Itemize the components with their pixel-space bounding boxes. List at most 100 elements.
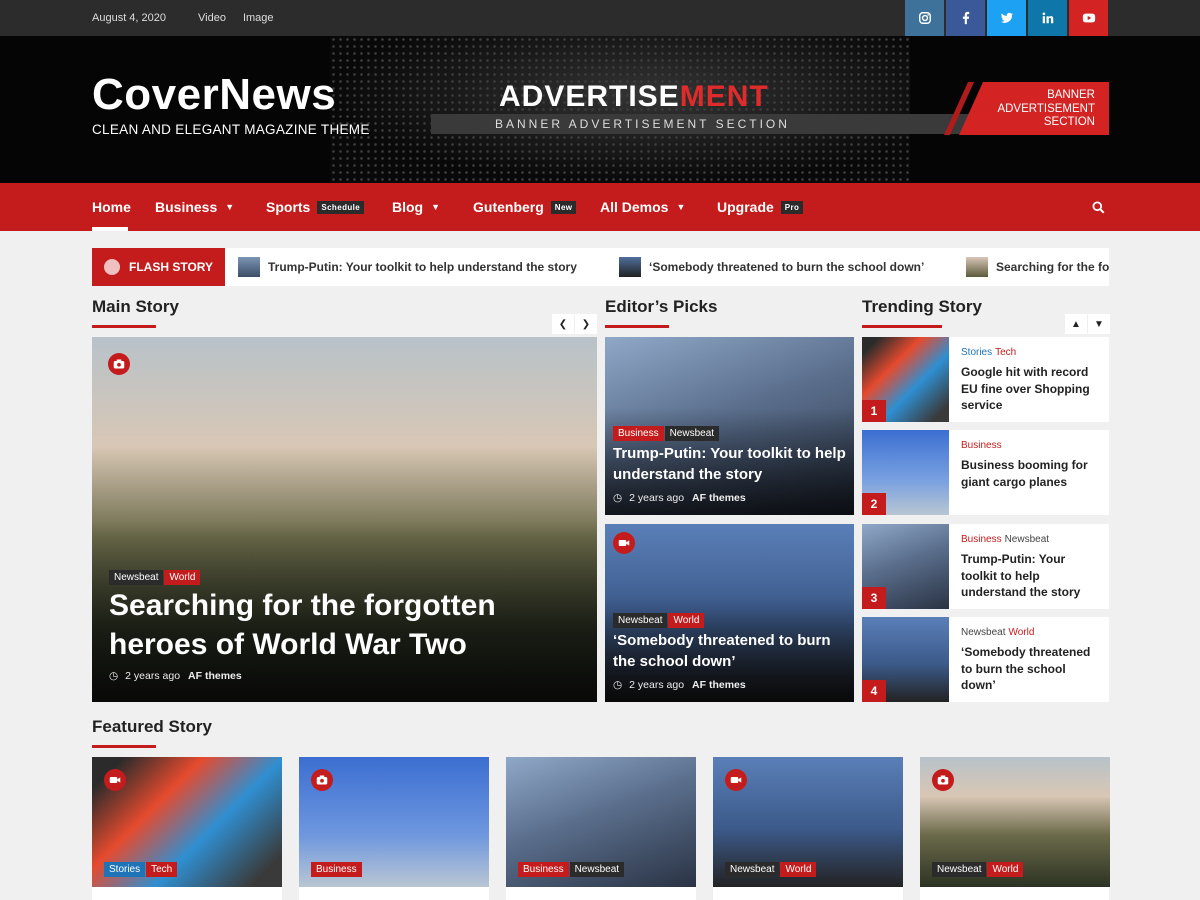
nav-item-sports[interactable]: Sports Schedule bbox=[266, 183, 365, 231]
current-date: August 4, 2020 bbox=[92, 12, 167, 24]
category-badge[interactable]: World bbox=[668, 613, 705, 628]
post-author[interactable]: AF themes bbox=[692, 492, 746, 504]
trending-item[interactable]: 1 Stories Tech Google hit with record EU … bbox=[862, 337, 1109, 422]
post-title[interactable]: Business booming for giant cargo planes bbox=[961, 457, 1101, 490]
post-title[interactable]: ‘Somebody threatened to burn the school … bbox=[613, 630, 848, 672]
nav-badge-new: New bbox=[550, 200, 577, 214]
ticker-thumbnail bbox=[619, 257, 641, 277]
category-badge[interactable]: Newsbeat bbox=[109, 570, 164, 585]
instagram-link[interactable] bbox=[905, 0, 944, 36]
clock-icon: ◷ bbox=[613, 679, 623, 691]
slider-prev-button[interactable]: ❮ bbox=[552, 314, 574, 334]
topbar-link-video[interactable]: Video bbox=[198, 12, 226, 24]
trending-down-button[interactable]: ▼ bbox=[1088, 314, 1110, 334]
post-title[interactable]: Trump-Putin: Your toolkit to help unders… bbox=[613, 443, 848, 485]
slider-next-button[interactable]: ❯ bbox=[575, 314, 597, 334]
category-badge[interactable]: World bbox=[164, 570, 201, 585]
featured-card[interactable]: Stories Tech bbox=[92, 757, 282, 887]
masthead: CoverNews CLEAN AND ELEGANT MAGAZINE THE… bbox=[0, 36, 1200, 183]
post-title[interactable]: ‘Somebody threatened to burn the school … bbox=[961, 644, 1101, 694]
featured-card[interactable]: Business Newsbeat bbox=[506, 757, 696, 887]
chevron-down-icon: ▼ bbox=[225, 202, 235, 212]
nav-item-home[interactable]: Home bbox=[92, 183, 131, 231]
trending-story-heading: Trending Story bbox=[862, 297, 982, 328]
editors-picks-heading: Editor’s Picks bbox=[605, 297, 717, 328]
search-button[interactable] bbox=[1092, 183, 1105, 231]
category-link[interactable]: Newsbeat bbox=[1005, 534, 1049, 545]
video-icon bbox=[725, 769, 747, 791]
rank-number: 4 bbox=[862, 680, 886, 702]
twitter-link[interactable] bbox=[987, 0, 1026, 36]
category-badge[interactable]: Stories bbox=[104, 862, 146, 877]
chevron-up-icon: ▲ bbox=[1071, 318, 1081, 330]
facebook-icon bbox=[962, 11, 969, 25]
category-link[interactable]: Stories bbox=[961, 347, 992, 358]
featured-card[interactable]: Newsbeat World bbox=[713, 757, 903, 887]
post-title[interactable]: Google hit with record EU fine over Shop… bbox=[961, 364, 1101, 414]
instagram-icon bbox=[918, 12, 931, 24]
top-bar: August 4, 2020 Video Image bbox=[0, 0, 1200, 36]
main-story-title[interactable]: Searching for the forgotten heroes of Wo… bbox=[109, 586, 579, 664]
advertisement-banner[interactable]: ADVERTISEMENT BANNER ADVERTISEMENT SECTI… bbox=[431, 80, 1109, 136]
flash-story-ticker: FLASH STORY Trump-Putin: Your toolkit to… bbox=[92, 248, 1109, 286]
chevron-right-icon: ❯ bbox=[581, 318, 591, 330]
linkedin-link[interactable] bbox=[1028, 0, 1067, 36]
nav-item-all-demos[interactable]: All Demos ▼ bbox=[600, 183, 685, 231]
category-badge[interactable]: World bbox=[780, 862, 817, 877]
category-badge[interactable]: Newsbeat bbox=[725, 862, 780, 877]
topbar-link-image[interactable]: Image bbox=[243, 12, 274, 24]
clock-icon: ◷ bbox=[613, 492, 623, 504]
nav-item-blog[interactable]: Blog ▼ bbox=[392, 183, 440, 231]
trending-item[interactable]: 4 Newsbeat World ‘Somebody threatened to … bbox=[862, 617, 1109, 702]
category-badge[interactable]: Tech bbox=[146, 862, 178, 877]
live-dot-icon bbox=[104, 259, 120, 275]
facebook-link[interactable] bbox=[946, 0, 985, 36]
featured-card[interactable]: Newsbeat World bbox=[920, 757, 1110, 887]
search-icon bbox=[1092, 200, 1105, 213]
flash-story-label: FLASH STORY bbox=[92, 248, 225, 286]
ticker-item[interactable]: Searching for the for bbox=[966, 248, 1109, 286]
main-story-card[interactable]: Newsbeat World Searching for the forgotte… bbox=[92, 337, 597, 702]
video-icon bbox=[104, 769, 126, 791]
post-meta: ◷ 2 years ago AF themes bbox=[613, 679, 746, 691]
video-icon bbox=[613, 532, 635, 554]
category-link[interactable]: Business bbox=[961, 534, 1002, 545]
ad-subtitle: BANNER ADVERTISEMENT SECTION bbox=[495, 117, 790, 131]
trending-item[interactable]: 3 Business Newsbeat Trump-Putin: Your too… bbox=[862, 524, 1109, 609]
youtube-link[interactable] bbox=[1069, 0, 1108, 36]
category-link[interactable]: World bbox=[1008, 627, 1034, 638]
post-author[interactable]: AF themes bbox=[188, 670, 242, 682]
post-author[interactable]: AF themes bbox=[692, 679, 746, 691]
trending-up-button[interactable]: ▲ bbox=[1065, 314, 1087, 334]
nav-item-upgrade[interactable]: Upgrade Pro bbox=[717, 183, 804, 231]
ticker-item[interactable]: ‘Somebody threatened to burn the school … bbox=[619, 248, 924, 286]
category-badge[interactable]: Newsbeat bbox=[664, 426, 720, 441]
nav-item-business[interactable]: Business ▼ bbox=[155, 183, 234, 231]
nav-badge-pro: Pro bbox=[780, 200, 804, 214]
category-badge[interactable]: Business bbox=[613, 426, 664, 441]
nav-item-gutenberg[interactable]: Gutenberg New bbox=[473, 183, 577, 231]
category-badge[interactable]: Business bbox=[311, 862, 362, 877]
nav-badge-schedule: Schedule bbox=[317, 200, 365, 214]
post-title[interactable]: Trump-Putin: Your toolkit to help unders… bbox=[961, 551, 1101, 601]
category-link[interactable]: Business bbox=[961, 440, 1002, 451]
category-badge[interactable]: Newsbeat bbox=[613, 613, 668, 628]
category-badge[interactable]: World bbox=[987, 862, 1024, 877]
main-navigation: Home Business ▼ Sports Schedule Blog ▼ Gute… bbox=[0, 183, 1200, 231]
site-logo[interactable]: CoverNews bbox=[92, 70, 336, 120]
featured-cards-footer bbox=[92, 887, 1109, 900]
trending-item[interactable]: 2 Business Business booming for giant ca… bbox=[862, 430, 1109, 515]
editors-pick-card[interactable]: Business Newsbeat Trump-Putin: Your toolk… bbox=[605, 337, 854, 515]
category-badge[interactable]: Newsbeat bbox=[932, 862, 987, 877]
chevron-down-icon: ▼ bbox=[431, 202, 441, 212]
ticker-item[interactable]: Trump-Putin: Your toolkit to help unders… bbox=[238, 248, 577, 286]
category-badge[interactable]: Newsbeat bbox=[569, 862, 625, 877]
category-badge[interactable]: Business bbox=[518, 862, 569, 877]
camera-icon bbox=[311, 769, 333, 791]
featured-card[interactable]: Business bbox=[299, 757, 489, 887]
youtube-icon bbox=[1082, 13, 1095, 23]
chevron-left-icon: ❮ bbox=[558, 318, 568, 330]
category-link[interactable]: Tech bbox=[995, 347, 1016, 358]
editors-pick-card[interactable]: Newsbeat World ‘Somebody threatened to bu… bbox=[605, 524, 854, 702]
category-link[interactable]: Newsbeat bbox=[961, 627, 1005, 638]
